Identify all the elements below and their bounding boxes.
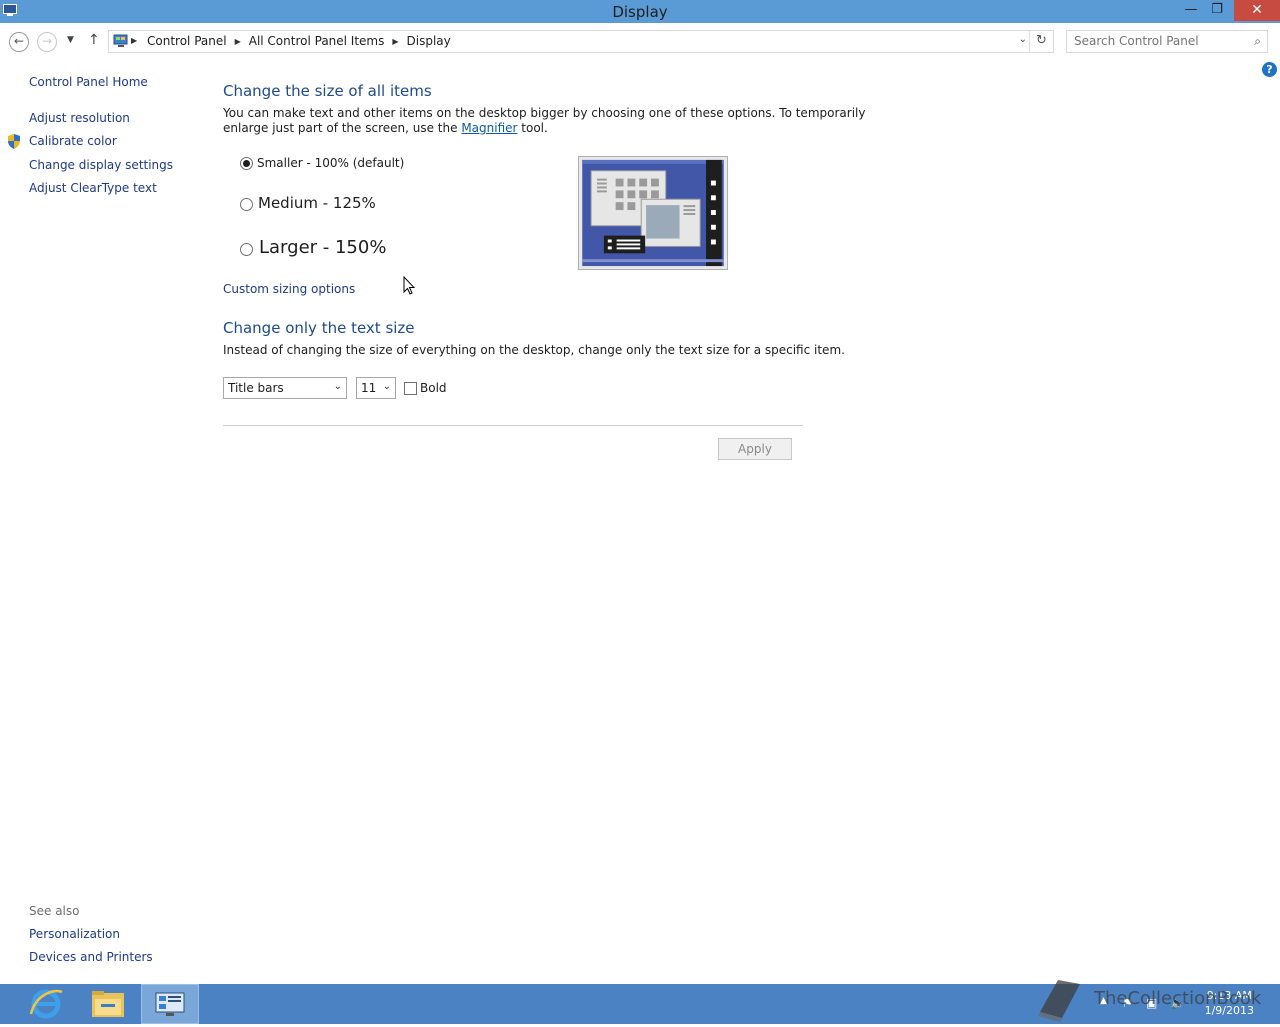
restore-button[interactable]: ❐ bbox=[1204, 0, 1230, 21]
breadcrumb-separator[interactable]: ▶ bbox=[392, 37, 398, 46]
size-description-suffix: tool. bbox=[517, 121, 548, 135]
sidebar-item-home[interactable]: Control Panel Home bbox=[29, 75, 148, 89]
text-size-heading: Change only the text size bbox=[223, 319, 415, 337]
ie-icon bbox=[29, 989, 63, 1019]
chevron-down-icon: ⌄ bbox=[382, 381, 391, 392]
search-icon[interactable]: ⌕ bbox=[1254, 34, 1261, 49]
breadcrumb-all-items[interactable]: All Control Panel Items bbox=[249, 34, 385, 48]
window-title: Display bbox=[612, 3, 668, 21]
radio-larger[interactable] bbox=[240, 243, 253, 256]
close-button[interactable]: ✕ bbox=[1234, 0, 1280, 21]
breadcrumb-separator[interactable]: ▶ bbox=[235, 37, 241, 46]
custom-sizing-link[interactable]: Custom sizing options bbox=[223, 282, 355, 296]
up-button[interactable]: ↑ bbox=[88, 32, 100, 48]
size-description-line-2: enlarge just part of the screen, use the… bbox=[223, 121, 548, 136]
see-also-heading: See also bbox=[29, 904, 80, 918]
apply-button[interactable]: Apply bbox=[718, 438, 792, 460]
search-input[interactable] bbox=[1074, 34, 1244, 48]
item-select[interactable]: Title bars ⌄ bbox=[223, 377, 347, 399]
breadcrumb-root-arrow[interactable]: ▶ bbox=[131, 36, 137, 45]
bold-checkbox[interactable] bbox=[404, 382, 417, 395]
mouse-cursor-icon bbox=[403, 276, 415, 295]
minimize-button[interactable]: — bbox=[1178, 0, 1204, 21]
chevron-down-icon: ▼ bbox=[67, 35, 74, 45]
recent-locations-button[interactable]: ▼ bbox=[67, 35, 74, 45]
navigation-bar: ← → ▼ ↑ ▶ Control Panel ▶ All Control Pa… bbox=[0, 23, 1280, 59]
back-arrow-icon: ← bbox=[13, 34, 25, 48]
size-description-line-1: You can make text and other items on the… bbox=[223, 106, 866, 120]
magnifier-link[interactable]: Magnifier bbox=[461, 121, 517, 135]
back-button[interactable]: ← bbox=[9, 32, 29, 52]
radio-medium[interactable] bbox=[240, 198, 253, 211]
divider bbox=[223, 425, 803, 426]
item-select-value: Title bars bbox=[228, 381, 284, 395]
window-titlebar: Display — ❐ ✕ bbox=[0, 0, 1280, 23]
taskbar-file-explorer[interactable] bbox=[79, 984, 137, 1024]
sidebar-item-adjust-cleartype[interactable]: Adjust ClearType text bbox=[29, 181, 157, 195]
sidebar-item-calibrate-color[interactable]: Calibrate color bbox=[29, 134, 117, 148]
scaling-preview-image bbox=[578, 156, 728, 270]
taskbar-control-panel[interactable] bbox=[141, 984, 199, 1024]
watermark: TheCollectionBook bbox=[1030, 974, 1270, 1024]
help-icon[interactable]: ? bbox=[1262, 62, 1277, 77]
watermark-text: TheCollectionBook bbox=[1094, 988, 1262, 1009]
refresh-icon: ↻ bbox=[1036, 33, 1047, 48]
refresh-button[interactable]: ↻ bbox=[1029, 31, 1053, 52]
taskbar-internet-explorer[interactable] bbox=[17, 984, 75, 1024]
folder-icon bbox=[92, 991, 124, 1017]
size-heading: Change the size of all items bbox=[223, 82, 432, 100]
see-also-personalization[interactable]: Personalization bbox=[29, 927, 120, 941]
up-arrow-icon: ↑ bbox=[88, 32, 100, 48]
text-size-description: Instead of changing the size of everythi… bbox=[223, 343, 845, 357]
search-box[interactable]: ⌕ bbox=[1066, 30, 1268, 53]
control-panel-icon bbox=[155, 992, 185, 1016]
sidebar-item-change-display-settings[interactable]: Change display settings bbox=[29, 158, 173, 172]
forward-arrow-icon: → bbox=[41, 34, 53, 48]
book-icon bbox=[1038, 980, 1080, 1022]
radio-medium-label[interactable]: Medium - 125% bbox=[258, 194, 376, 212]
see-also-devices-printers[interactable]: Devices and Printers bbox=[29, 950, 153, 964]
chevron-down-icon: ⌄ bbox=[333, 381, 342, 392]
breadcrumb: Control Panel ▶ All Control Panel Items … bbox=[147, 34, 451, 48]
radio-smaller-label[interactable]: Smaller - 100% (default) bbox=[257, 156, 404, 170]
radio-larger-label[interactable]: Larger - 150% bbox=[259, 237, 386, 258]
control-panel-icon bbox=[113, 34, 128, 47]
bold-label[interactable]: Bold bbox=[420, 381, 447, 395]
font-size-select[interactable]: 11 ⌄ bbox=[356, 377, 396, 399]
chevron-down-icon: ⌄ bbox=[1018, 34, 1027, 45]
radio-smaller[interactable] bbox=[240, 157, 253, 170]
font-size-select-value: 11 bbox=[361, 381, 377, 395]
size-description-text: enlarge just part of the screen, use the bbox=[223, 121, 462, 135]
breadcrumb-control-panel[interactable]: Control Panel bbox=[147, 34, 227, 48]
forward-button[interactable]: → bbox=[37, 32, 57, 52]
breadcrumb-display[interactable]: Display bbox=[407, 34, 451, 48]
address-dropdown-button[interactable]: ⌄ bbox=[1019, 34, 1027, 45]
address-box[interactable]: ▶ Control Panel ▶ All Control Panel Item… bbox=[108, 30, 1054, 53]
sidebar-item-adjust-resolution[interactable]: Adjust resolution bbox=[29, 111, 130, 125]
shield-icon bbox=[8, 134, 20, 149]
